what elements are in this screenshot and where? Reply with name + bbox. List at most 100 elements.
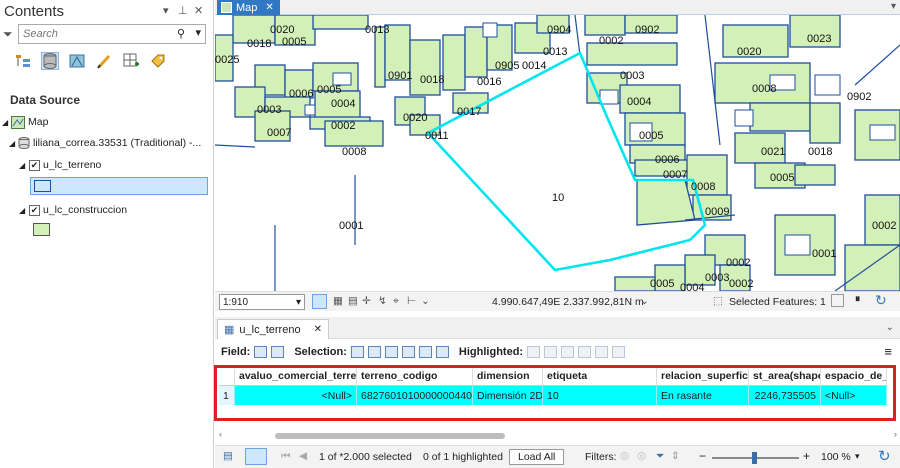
contents-toolbar bbox=[14, 52, 167, 70]
pin-icon[interactable]: ⊥ bbox=[178, 4, 188, 17]
zoom-slider-handle[interactable] bbox=[752, 452, 757, 464]
filter-icon[interactable]: ⏷ bbox=[3, 27, 13, 42]
close-icon[interactable]: ✕ bbox=[265, 2, 273, 13]
select-by-attributes-icon[interactable] bbox=[350, 346, 364, 358]
parcel-label: 0018 bbox=[808, 146, 832, 158]
tree-item-u-lc-construccion[interactable]: ◢ ✔ u_lc_construccion bbox=[19, 201, 127, 219]
zoom-to-selection-icon[interactable] bbox=[367, 346, 381, 358]
chevron-down-icon[interactable]: ⌄ bbox=[640, 295, 649, 307]
parcel-label: 0004 bbox=[331, 98, 355, 110]
parcel-label: 0005 bbox=[282, 36, 306, 48]
unselect-highlighted-icon[interactable] bbox=[561, 346, 575, 358]
parcel-label: 0002 bbox=[872, 220, 896, 232]
parcel-label: 0002 bbox=[331, 120, 355, 132]
menu-icon[interactable]: ≡ bbox=[884, 344, 892, 359]
snapping-icon[interactable] bbox=[122, 52, 140, 70]
map-view[interactable]: 0020 0018 0005 0013 0025 0904 0902 0002 0013 0014… bbox=[215, 15, 900, 291]
list-by-drawing-order-icon[interactable] bbox=[14, 52, 32, 70]
parcel-label: 0009 bbox=[705, 206, 729, 218]
tree-item-connection[interactable]: ◢ liliana_correa.33531 (Traditional) -..… bbox=[9, 134, 201, 152]
chevron-down-icon[interactable]: ▾ bbox=[855, 451, 860, 462]
layer-visibility-checkbox[interactable]: ✔ bbox=[29, 204, 40, 216]
chevron-down-icon[interactable]: ▾ bbox=[195, 26, 201, 39]
parcel-label: 0002 bbox=[599, 35, 623, 47]
measure-icon[interactable]: ▤ bbox=[348, 295, 358, 307]
pencil-icon[interactable] bbox=[95, 52, 113, 70]
chevron-down-icon[interactable]: ◢ bbox=[19, 161, 29, 170]
calculate-field-icon[interactable] bbox=[271, 346, 285, 358]
close-icon[interactable]: ✕ bbox=[194, 4, 203, 17]
zoom-in-icon[interactable]: + bbox=[803, 449, 810, 463]
extent-filter-icon[interactable]: ◎ bbox=[637, 450, 646, 462]
search-input[interactable] bbox=[19, 25, 169, 43]
chevron-down-icon[interactable]: ⌄ bbox=[421, 295, 430, 307]
extent-filter-icon[interactable]: ◎ bbox=[620, 450, 629, 462]
grid-icon[interactable]: ▦ bbox=[333, 295, 343, 307]
snapping-icon[interactable]: ✛ bbox=[362, 295, 371, 307]
clear-selection-icon[interactable] bbox=[401, 346, 415, 358]
navigate-icon[interactable]: ↯ bbox=[378, 295, 387, 307]
search-box[interactable]: ⚲ ▾ bbox=[18, 24, 206, 44]
layer-visibility-checkbox[interactable]: ✔ bbox=[29, 159, 40, 171]
scrollbar-thumb[interactable] bbox=[275, 433, 505, 439]
switch-highlighted-icon[interactable] bbox=[544, 346, 558, 358]
chevron-down-icon[interactable]: ▾ bbox=[163, 4, 169, 17]
select-features-icon[interactable]: ⬚ bbox=[713, 295, 723, 307]
chevron-down-icon[interactable]: ◢ bbox=[9, 139, 18, 148]
delete-highlighted-icon[interactable] bbox=[595, 346, 609, 358]
chevron-down-icon[interactable]: ◢ bbox=[19, 206, 29, 215]
chevron-right-icon[interactable]: › bbox=[894, 429, 897, 439]
horizontal-scrollbar[interactable]: ‹ › bbox=[219, 429, 897, 441]
parcel-label: 0003 bbox=[620, 70, 644, 82]
chevron-left-icon[interactable]: ‹ bbox=[219, 429, 222, 439]
tab-map[interactable]: Map ✕ bbox=[217, 0, 280, 15]
filter-icon[interactable]: ⏷ bbox=[656, 450, 664, 463]
parcel-label: 0013 bbox=[365, 24, 389, 36]
legend-row-terreno[interactable] bbox=[30, 177, 208, 195]
labeling-icon[interactable] bbox=[149, 52, 167, 70]
zoom-slider[interactable] bbox=[712, 452, 799, 464]
first-record-icon[interactable]: ⏮ bbox=[281, 450, 290, 463]
zoom-to-fixed-icon[interactable] bbox=[312, 294, 327, 309]
load-all-button[interactable]: Load All bbox=[509, 449, 565, 465]
list-by-data-source-icon[interactable] bbox=[41, 52, 59, 70]
reshape-icon[interactable]: ⊢ bbox=[407, 295, 416, 307]
map-pane: Map ✕ ▾ 0020 0018 0005 0013 0025 0904 09… bbox=[215, 0, 900, 317]
tree-item-map[interactable]: ◢ Map bbox=[2, 113, 48, 131]
map-canvas[interactable]: 0020 0018 0005 0013 0025 0904 0902 0002 0013 0014… bbox=[215, 15, 900, 291]
refresh-icon[interactable]: ↻ bbox=[878, 447, 891, 465]
copy-selection-icon[interactable] bbox=[435, 346, 449, 358]
sort-icon[interactable]: ⇕ bbox=[671, 450, 680, 462]
correction-icon[interactable]: ⌖ bbox=[393, 295, 399, 308]
copy-highlighted-icon[interactable] bbox=[612, 346, 626, 358]
symbol-swatch-terreno[interactable] bbox=[34, 180, 51, 192]
list-by-selection-icon[interactable] bbox=[68, 52, 86, 70]
search-icon[interactable]: ⚲ bbox=[177, 27, 185, 40]
chevron-down-icon[interactable]: ◢ bbox=[2, 118, 11, 127]
parcel-label: 0013 bbox=[543, 46, 567, 58]
switch-selection-icon[interactable] bbox=[384, 346, 398, 358]
delete-selection-icon[interactable] bbox=[418, 346, 432, 358]
tree-item-u-lc-terreno[interactable]: ◢ ✔ u_lc_terreno bbox=[19, 156, 101, 174]
chevron-down-icon[interactable]: ▾ bbox=[891, 1, 896, 12]
zoom-to-highlighted-icon[interactable] bbox=[527, 346, 541, 358]
refresh-icon[interactable]: ↻ bbox=[875, 292, 887, 309]
previous-record-icon[interactable]: ◀ bbox=[299, 450, 307, 462]
zoom-out-icon[interactable]: − bbox=[699, 449, 706, 463]
parcel-label: 0021 bbox=[761, 146, 785, 158]
show-selected-icon[interactable] bbox=[245, 448, 267, 465]
symbol-swatch-construccion[interactable] bbox=[33, 223, 50, 236]
parcel-label: 0008 bbox=[691, 181, 715, 193]
chevron-down-icon[interactable]: ⌄ bbox=[886, 322, 894, 333]
table-toolbar: Field: Selection: Highlighted: ≡ bbox=[215, 340, 900, 364]
pause-icon[interactable]: ⏸ bbox=[855, 293, 860, 306]
close-icon[interactable]: ✕ bbox=[314, 324, 322, 335]
table-view-icon[interactable]: ▤ bbox=[223, 450, 233, 462]
refresh-icon[interactable] bbox=[831, 294, 844, 307]
reselect-highlighted-icon[interactable] bbox=[578, 346, 592, 358]
add-field-icon[interactable] bbox=[254, 346, 268, 358]
tab-u-lc-terreno[interactable]: ▦ u_lc_terreno ✕ bbox=[217, 319, 329, 339]
selected-count: 1 of *2.000 selected bbox=[319, 451, 412, 463]
scale-selector[interactable]: 1:910 ▾ bbox=[219, 294, 305, 310]
chevron-down-icon[interactable]: ▾ bbox=[296, 297, 301, 308]
